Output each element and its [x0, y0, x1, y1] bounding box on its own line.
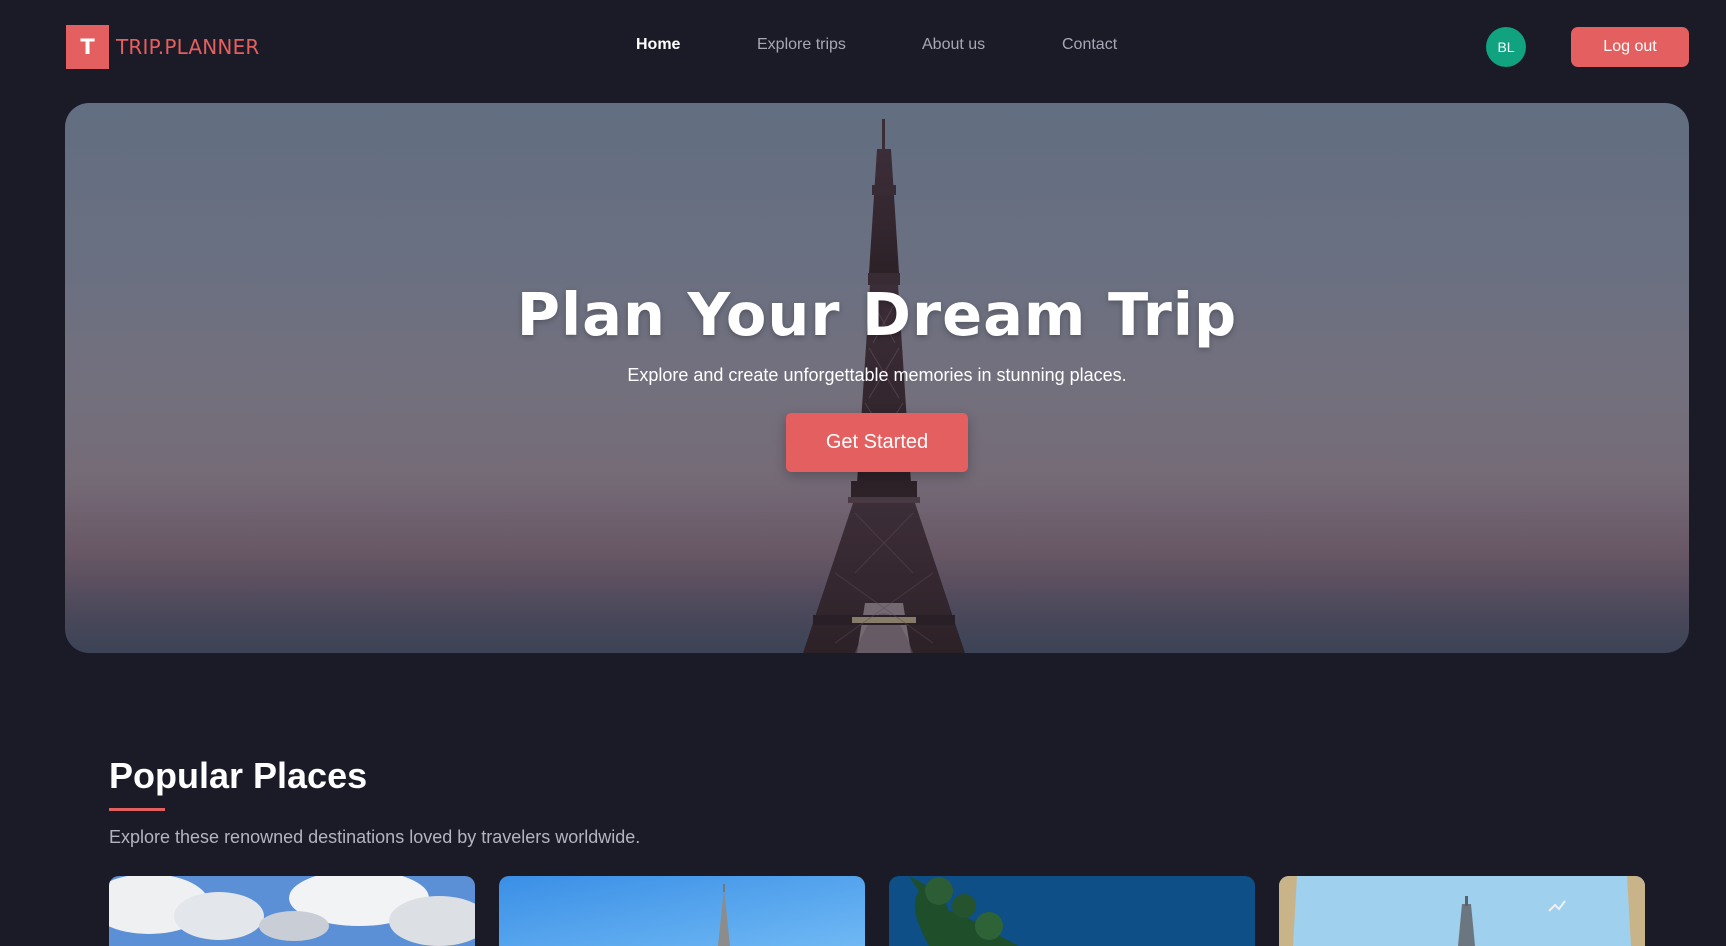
title-underline: [109, 808, 165, 811]
popular-places-grid: [109, 876, 1646, 946]
tree-blue-sky-photo: [889, 876, 1255, 946]
popular-places-subtitle: Explore these renowned destinations love…: [109, 827, 641, 847]
tower-bird-photo: [1279, 876, 1645, 946]
nav-link-about-us[interactable]: About us: [922, 36, 985, 54]
place-card-clouds[interactable]: [109, 876, 475, 946]
hero-title: Plan Your Dream Trip: [516, 280, 1238, 349]
nav-link-explore-trips[interactable]: Explore trips: [757, 36, 846, 54]
place-card-tree[interactable]: [889, 876, 1255, 946]
cloudy-sky-photo: [109, 876, 475, 946]
hero-banner: Plan Your Dream Trip Explore and create …: [65, 103, 1689, 653]
get-started-button[interactable]: Get Started: [786, 413, 968, 472]
main-nav: Home Explore trips About us Contact: [0, 36, 1726, 60]
place-card-tower[interactable]: [1279, 876, 1645, 946]
nav-link-contact[interactable]: Contact: [1062, 36, 1117, 54]
hero-subtitle: Explore and create unforgettable memorie…: [627, 365, 1127, 385]
logout-button[interactable]: Log out: [1571, 27, 1689, 67]
nav-link-home[interactable]: Home: [636, 36, 680, 54]
top-navbar: T TRIP.PLANNER Home Explore trips About …: [0, 0, 1726, 94]
place-card-church[interactable]: [499, 876, 865, 946]
church-spire-photo: [499, 876, 865, 946]
popular-places-title: Popular Places: [109, 755, 368, 796]
user-avatar[interactable]: BL: [1486, 27, 1526, 67]
